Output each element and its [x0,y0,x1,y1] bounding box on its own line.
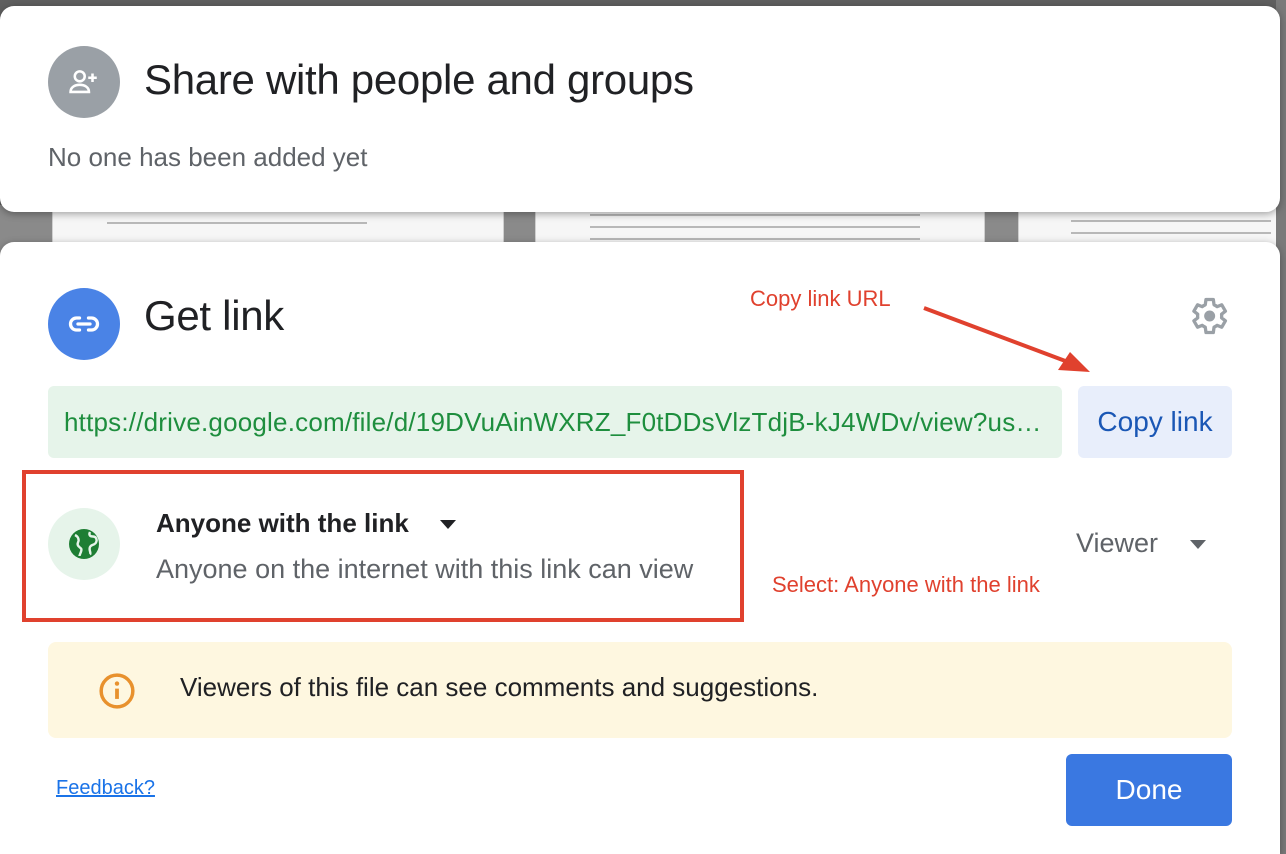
gear-icon[interactable] [1186,294,1230,338]
chevron-down-icon[interactable] [1188,540,1208,550]
annotation-highlight-box [22,470,744,622]
select-access-annotation: Select: Anyone with the link [772,572,1040,597]
done-button[interactable]: Done [1066,754,1232,826]
access-description: Anyone on the internet with this link ca… [156,554,694,584]
get-link-title: Get link [144,292,284,339]
link-icon [48,288,120,360]
share-title: Share with people and groups [144,56,694,103]
access-level-dropdown[interactable]: Anyone with the link [156,508,409,539]
info-banner: Viewers of this file can see comments an… [48,642,1232,738]
copy-link-annotation: Copy link URL [750,286,891,311]
share-with-people-card: Share with people and groups No one has … [0,6,1280,212]
link-url-field[interactable]: https://drive.google.com/file/d/19DVuAin… [48,386,1062,458]
role-dropdown[interactable]: Viewer [1076,528,1158,559]
copy-link-button[interactable]: Copy link [1078,386,1232,458]
get-link-card: Get link Copy link URL https://drive.goo… [0,242,1280,854]
globe-icon [48,508,120,580]
info-text: Viewers of this file can see comments an… [180,672,819,702]
link-url-text[interactable]: https://drive.google.com/file/d/19DVuAin… [64,407,1054,438]
info-icon [99,673,135,709]
annotation-arrow-icon [923,306,1090,372]
empty-state-text: No one has been added yet [48,142,368,172]
feedback-link[interactable]: Feedback? [56,777,155,800]
person-add-icon [48,46,120,118]
chevron-down-icon[interactable] [440,520,456,530]
